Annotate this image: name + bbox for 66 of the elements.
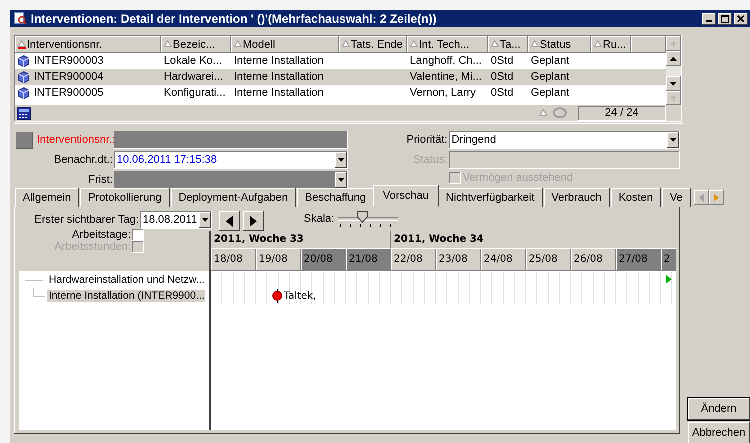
table-cell: Lokale Ko... xyxy=(164,55,222,67)
table-row[interactable]: INTER900004 Hardwarei... Interne Installation Valentine, Mi... 0Std Geplant xyxy=(15,69,666,85)
table-cell: Konfigurati... xyxy=(164,87,226,99)
day-header: 21/08 xyxy=(346,249,391,270)
field-label: Priorität: xyxy=(406,134,449,146)
field-label: Benachr.dt.: xyxy=(53,154,114,166)
column-header[interactable]: Status xyxy=(528,36,591,53)
slider-label: Skala: xyxy=(304,212,335,225)
tab[interactable]: Deployment-Aufgaben xyxy=(170,188,296,207)
tab[interactable]: Nichtverfügbarkeit xyxy=(438,188,543,207)
column-header[interactable]: Ta... xyxy=(488,36,528,53)
day-header: 26/08 xyxy=(571,249,616,270)
column-header[interactable]: Interventionsnr. xyxy=(15,36,161,53)
tab[interactable]: Verbrauch xyxy=(544,188,610,207)
table-cell: Geplant xyxy=(531,55,570,67)
day-header: 24/08 xyxy=(481,249,526,270)
day-header: 2 xyxy=(661,249,676,270)
tab[interactable]: Allgemein xyxy=(15,188,80,207)
table-cell: Interne Installation xyxy=(234,55,324,67)
cancel-button[interactable]: Abbrechen xyxy=(688,422,750,443)
window-title: Interventionen: Detail der Intervention ' ()'(Mehrfachauswahl: 2 Zeile(n)) xyxy=(31,12,438,26)
tab[interactable]: Ve xyxy=(662,188,691,207)
day-header: 19/08 xyxy=(256,249,301,270)
day-header: 18/08 xyxy=(211,249,256,270)
column-header[interactable]: Modell xyxy=(231,36,339,53)
field-label: Interventionsnr.: xyxy=(37,134,114,146)
table-cell: Vernon, Larry xyxy=(410,87,476,99)
day-header: 23/08 xyxy=(436,249,481,270)
table-cell: 0Std xyxy=(491,55,514,67)
checkbox-label: Arbeitstage: xyxy=(72,229,131,241)
tree-item[interactable]: Interne Installation (INTER9900... xyxy=(47,290,205,302)
table-cell: INTER900003 xyxy=(34,55,104,67)
column-header[interactable]: Bezeic... xyxy=(161,36,231,53)
day-header: 20/08 xyxy=(301,249,346,270)
task-label: Taltek, xyxy=(284,290,316,302)
column-header[interactable]: Ru... xyxy=(591,36,631,53)
table-cell: Interne Installation xyxy=(234,71,324,83)
field-label: Erster sichtbarer Tag: xyxy=(34,214,139,226)
column-header[interactable]: Tats. Ende xyxy=(339,36,407,53)
table-cell: INTER900005 xyxy=(34,87,104,99)
table-cell: Geplant xyxy=(531,71,570,83)
table-cell: 0Std xyxy=(491,87,514,99)
day-header: 22/08 xyxy=(391,249,436,270)
table-cell: Interne Installation xyxy=(234,87,324,99)
date-dropdown[interactable]: 18.08.2011 xyxy=(140,211,212,229)
table-cell: Langhoff, Ch... xyxy=(410,55,482,67)
table-cell: Geplant xyxy=(531,87,570,99)
table-cell: INTER900004 xyxy=(34,71,104,83)
table-row[interactable]: INTER900003 Lokale Ko... Interne Installation Langhoff, Ch... 0Std Geplant xyxy=(15,53,666,69)
tab[interactable]: Beschaffung xyxy=(297,188,374,207)
day-header: 27/08 xyxy=(616,249,661,270)
dropdown-field[interactable]: 10.06.2011 17:15:38 xyxy=(114,151,348,169)
table-cell: Valentine, Mi... xyxy=(410,71,482,83)
table-row[interactable]: INTER900005 Konfigurati... Interne Installation Vernon, Larry 0Std Geplant xyxy=(15,85,666,101)
dropdown-field[interactable]: Dringend xyxy=(448,131,680,149)
tab[interactable]: Protokollierung xyxy=(80,188,170,207)
table-cell: Hardwarei... xyxy=(164,71,224,83)
tab[interactable]: Vorschau xyxy=(373,185,439,207)
record-counter: 24 / 24 xyxy=(578,106,666,120)
tree-item[interactable]: Hardwareinstallation und Netzw... xyxy=(47,274,205,286)
column-header[interactable]: Int. Tech... xyxy=(407,36,488,53)
field-label: Frist: xyxy=(88,174,114,186)
table-cell: 0Std xyxy=(491,71,514,83)
day-header: 25/08 xyxy=(526,249,571,270)
change-button[interactable]: Ändern xyxy=(688,398,750,420)
tab[interactable]: Kosten xyxy=(610,188,662,207)
